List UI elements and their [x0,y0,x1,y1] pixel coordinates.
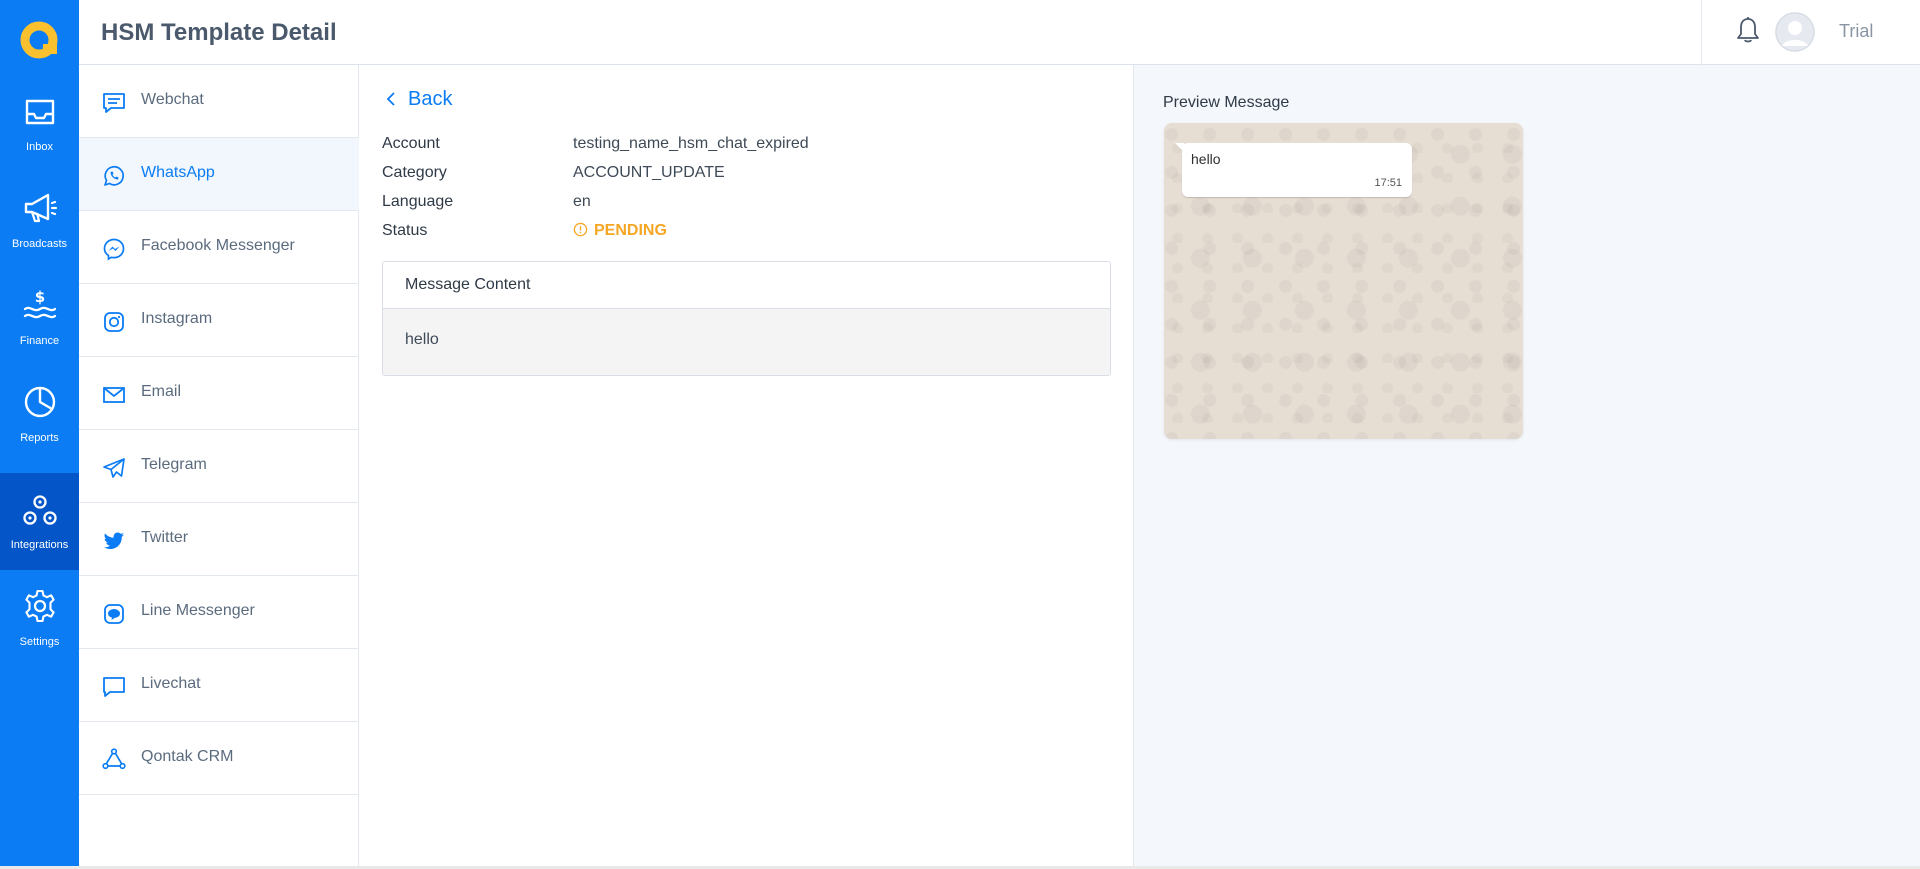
nav-settings[interactable]: Settings [0,566,79,663]
main-nav-rail: Inbox Broadcasts $ Finance Reports Integ… [0,0,79,866]
channel-label: Facebook Messenger [141,237,295,254]
nav-broadcasts[interactable]: Broadcasts [0,168,79,265]
channel-label: Line Messenger [141,602,255,619]
top-header: HSM Template Detail Trial [79,0,1920,65]
telegram-icon [103,458,125,478]
chat-preview: hello 17:51 [1164,123,1523,439]
username[interactable]: Trial [1839,21,1873,42]
language-label: Language [382,193,454,210]
message-content-header: Message Content [383,262,1110,309]
inbox-icon [25,99,55,125]
channel-label: Twitter [141,529,189,546]
channel-item-line-messenger[interactable]: Line Messenger [79,576,359,649]
chevron-left-icon [386,92,395,106]
qontak-logo[interactable] [19,20,59,60]
integrations-icon [23,495,57,525]
channel-item-twitter[interactable]: Twitter [79,503,359,576]
nav-inbox-label: Inbox [26,141,53,153]
language-value: en [573,193,591,210]
nav-settings-label: Settings [19,636,60,648]
nav-finance-label: Finance [19,335,60,347]
channel-item-qontak-crm[interactable]: Qontak CRM [79,722,359,795]
message-content-card: Message Content hello [382,261,1111,376]
nav-broadcasts-label: Broadcasts [11,238,68,250]
channel-item-instagram[interactable]: Instagram [79,284,359,357]
preview-title: Preview Message [1163,94,1290,111]
channel-item-webchat[interactable]: Webchat [79,65,359,138]
whatsapp-icon [104,166,124,186]
channel-item-facebook-messenger[interactable]: Facebook Messenger [79,211,359,284]
channel-label: Telegram [141,456,207,473]
status-label: Status [382,222,428,239]
account-value: testing_name_hsm_chat_expired [573,135,809,152]
line-icon [104,604,124,624]
channel-label: Email [141,383,182,400]
svg-text:$: $ [35,288,45,306]
info-circle-icon [573,222,588,237]
gear-icon [25,589,55,623]
preview-panel: Preview Message hello 17:51 [1133,65,1920,866]
nav-finance[interactable]: $ Finance [0,265,79,362]
category-value: ACCOUNT_UPDATE [573,164,725,181]
crm-icon [102,748,126,770]
user-avatar-icon [1775,12,1815,52]
nav-integrations[interactable]: Integrations [0,473,79,570]
channel-label: Livechat [141,675,201,692]
channel-item-email[interactable]: Email [79,357,359,430]
livechat-icon [103,677,125,697]
pie-chart-icon [24,386,56,418]
header-divider [1701,0,1702,65]
channel-label: Qontak CRM [141,748,234,765]
channel-sidebar: Webchat WhatsApp Facebook Messenger Inst… [79,65,359,866]
message-content-title: Message Content [405,276,531,293]
email-icon [103,387,125,403]
preview-message-text: hello [1191,151,1221,167]
channel-label: Webchat [141,91,204,108]
notification-bell-icon[interactable] [1735,16,1761,44]
channel-item-whatsapp[interactable]: WhatsApp [79,138,359,211]
message-bubble: hello 17:51 [1175,143,1412,197]
message-content-body: hello [383,309,1110,375]
template-detail: Back Account testing_name_hsm_chat_expir… [360,65,1133,866]
webchat-icon [103,93,125,113]
page-title: HSM Template Detail [101,19,337,46]
twitter-icon [104,532,124,550]
channel-label: Instagram [141,310,213,327]
status-badge: PENDING [573,222,667,240]
nav-integrations-label: Integrations [10,539,69,551]
instagram-icon [104,312,124,332]
channel-item-livechat[interactable]: Livechat [79,649,359,722]
finance-icon: $ [23,288,57,319]
account-label: Account [382,135,440,152]
messenger-icon [103,238,125,261]
nav-reports-label: Reports [20,432,59,444]
message-content-text: hello [405,331,439,348]
category-label: Category [382,164,447,181]
nav-reports[interactable]: Reports [0,362,79,459]
status-value: PENDING [594,222,667,239]
channel-label: WhatsApp [141,164,215,181]
back-label: Back [408,88,453,110]
channel-item-telegram[interactable]: Telegram [79,430,359,503]
avatar[interactable] [1775,12,1815,52]
nav-inbox[interactable]: Inbox [0,71,79,168]
megaphone-icon [24,193,58,223]
preview-message-time: 17:51 [1374,177,1402,189]
